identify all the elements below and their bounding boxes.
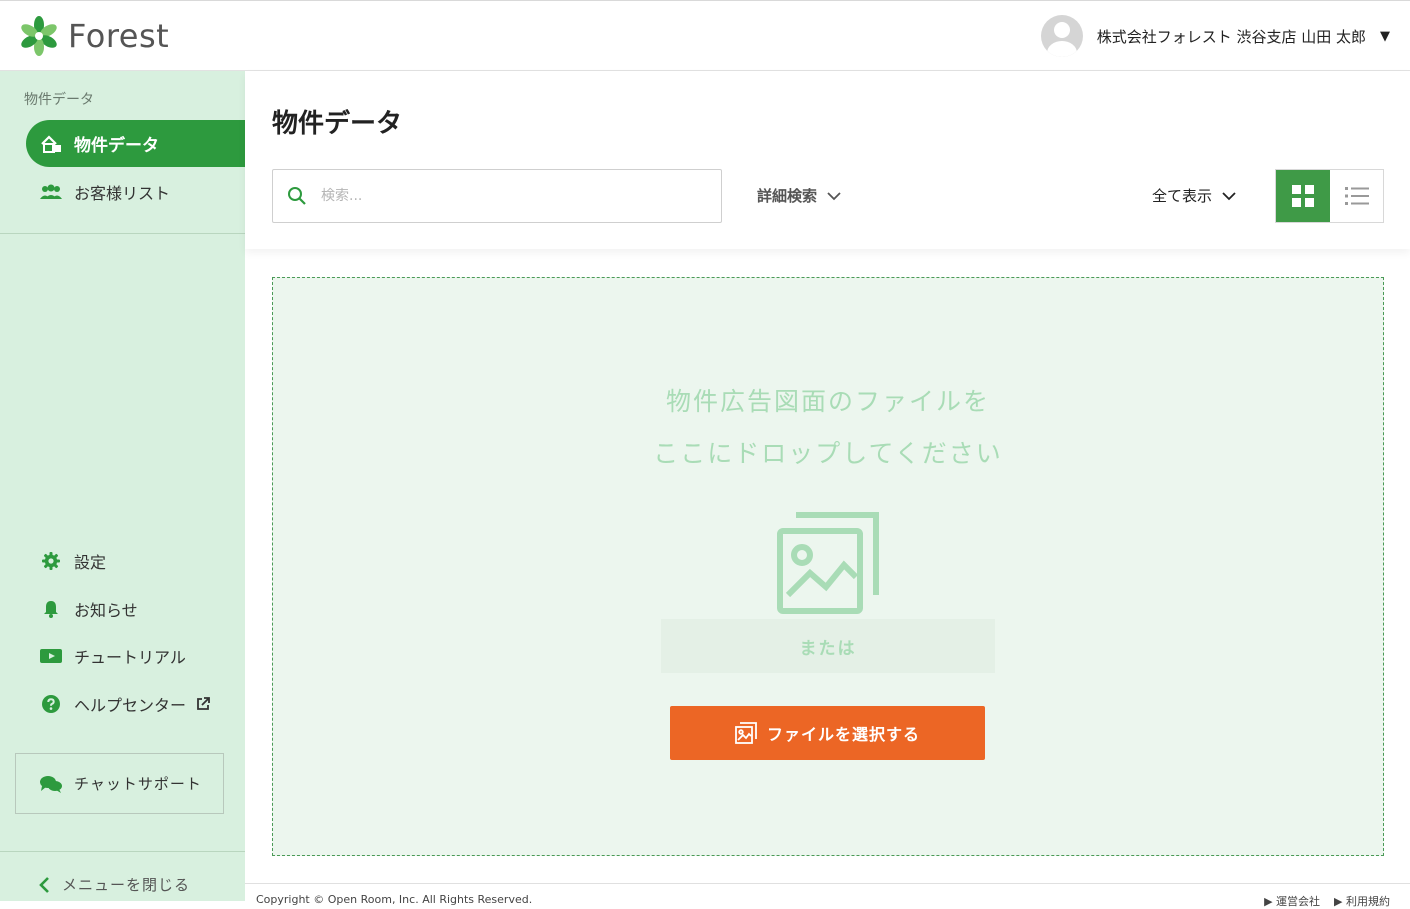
grid-icon xyxy=(1292,185,1314,207)
question-circle-icon xyxy=(40,695,62,713)
close-menu-label: メニューを閉じる xyxy=(62,876,191,894)
sidebar-section-title: 物件データ xyxy=(24,92,94,108)
chevron-left-icon xyxy=(38,876,50,894)
copyright: Copyright © Open Room, Inc. All Rights R… xyxy=(256,893,533,906)
close-menu-button[interactable]: メニューを閉じる xyxy=(38,874,190,895)
advanced-search-toggle[interactable]: 詳細検索 xyxy=(757,185,841,206)
select-file-button[interactable]: ファイルを選択する xyxy=(670,706,985,760)
image-file-icon xyxy=(735,722,757,744)
sidebar-item-notifications[interactable]: お知らせ xyxy=(40,597,138,621)
footer-link-terms[interactable]: ▶ 利用規約 xyxy=(1334,893,1390,909)
file-drop-zone[interactable]: 物件広告図面のファイルを ここにドロップしてください または ファイルを選択する xyxy=(272,277,1384,856)
sidebar-item-label: 設定 xyxy=(74,553,107,572)
list-view-button[interactable] xyxy=(1330,170,1383,222)
logo-text: Forest xyxy=(68,17,170,55)
users-icon xyxy=(40,184,62,200)
search-box[interactable] xyxy=(272,169,722,223)
caret-down-icon[interactable]: ▼ xyxy=(1380,29,1390,44)
top-bar: Forest 株式会社フォレスト 渋谷支店 山田 太郎 ▼ xyxy=(0,0,1410,71)
sidebar-divider xyxy=(0,233,245,234)
or-separator: または xyxy=(661,619,995,673)
image-files-icon xyxy=(777,512,879,614)
avatar[interactable] xyxy=(1040,15,1083,57)
house-icon xyxy=(40,134,62,153)
sidebar-item-label: チュートリアル xyxy=(74,648,186,667)
chat-support-button[interactable]: チャットサポート xyxy=(15,753,224,814)
user-name: 株式会社フォレスト 渋谷支店 山田 太郎 xyxy=(1096,27,1366,46)
advanced-search-label: 詳細検索 xyxy=(757,187,818,205)
view-toggle xyxy=(1275,169,1384,223)
sidebar-item-tutorial[interactable]: チュートリアル xyxy=(40,644,186,668)
sidebar-item-label: お知らせ xyxy=(74,601,138,620)
user-menu[interactable]: 株式会社フォレスト 渋谷支店 山田 太郎 ▼ xyxy=(1040,15,1390,57)
search-icon xyxy=(287,186,307,210)
bell-icon xyxy=(40,600,62,618)
sidebar-item-customer-list[interactable]: お客様リスト xyxy=(40,180,170,204)
show-all-label: 全て表示 xyxy=(1152,187,1213,205)
footer-links: ▶ 運営会社 ▶ 利用規約 xyxy=(1264,893,1390,909)
drop-instruction-line2: ここにドロップしてください xyxy=(653,439,1003,468)
chevron-down-icon xyxy=(827,191,841,201)
show-all-dropdown[interactable]: 全て表示 xyxy=(1152,185,1236,206)
footer-link-company[interactable]: ▶ 運営会社 xyxy=(1264,893,1320,909)
sidebar-divider xyxy=(0,851,245,852)
gear-icon xyxy=(40,552,62,570)
sidebar-item-label: 物件データ xyxy=(74,136,159,156)
list-icon xyxy=(1344,187,1369,205)
sidebar-item-property-data[interactable]: 物件データ xyxy=(26,120,245,167)
sidebar-item-label: ヘルプセンター xyxy=(74,696,187,715)
sidebar: 物件データ 物件データ お客様リスト 設定 お知らせ チュートリアル ヘルプセン… xyxy=(0,71,245,901)
sidebar-item-settings[interactable]: 設定 xyxy=(40,549,106,573)
chevron-down-icon xyxy=(1222,191,1236,201)
chat-support-label: チャットサポート xyxy=(74,775,202,793)
video-icon xyxy=(40,648,62,664)
select-file-label: ファイルを選択する xyxy=(766,725,920,744)
drop-instruction-line1: 物件広告図面のファイルを xyxy=(665,387,990,416)
forest-logo-icon xyxy=(21,16,57,56)
main-header: 物件データ 詳細検索 全て表示 xyxy=(245,71,1410,249)
page-title: 物件データ xyxy=(272,109,403,139)
sidebar-item-label: お客様リスト xyxy=(74,184,171,203)
logo[interactable]: Forest xyxy=(18,15,169,57)
footer: Copyright © Open Room, Inc. All Rights R… xyxy=(245,883,1410,908)
chat-bubbles-icon xyxy=(40,775,62,793)
external-link-icon xyxy=(196,697,210,711)
sidebar-item-help-center[interactable]: ヘルプセンター xyxy=(40,692,210,716)
search-input[interactable] xyxy=(319,182,699,210)
grid-view-button[interactable] xyxy=(1276,170,1330,222)
